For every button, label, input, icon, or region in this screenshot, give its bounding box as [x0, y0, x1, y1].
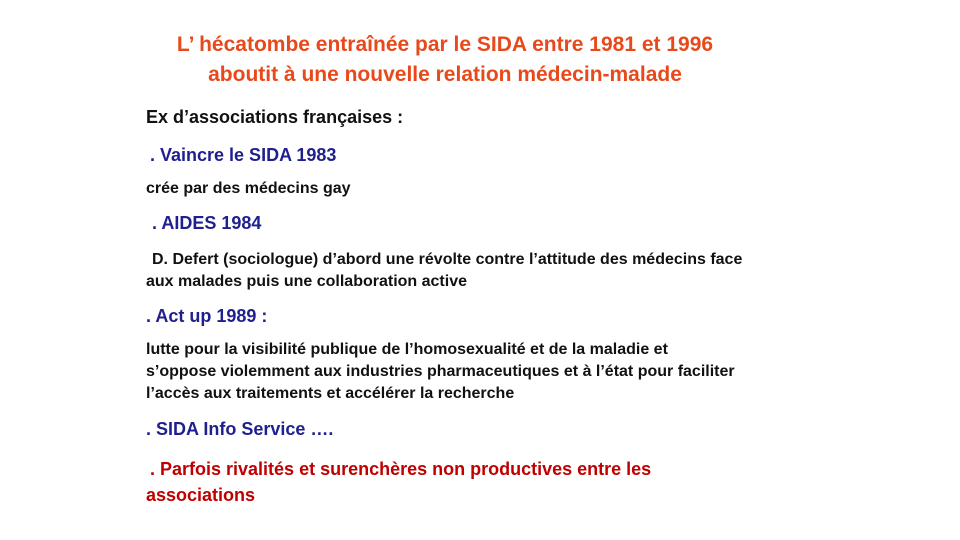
- item-aides-desc-2: aux malades puis une collaboration activ…: [146, 273, 467, 290]
- item-aides-desc-1: D. Defert (sociologue) d’abord une révol…: [152, 251, 743, 268]
- title-line-2: aboutit à une nouvelle relation médecin-…: [208, 63, 682, 86]
- associations-heading: Ex d’associations françaises :: [146, 107, 404, 127]
- item-actup-desc-2: s’oppose violemment aux industries pharm…: [146, 363, 735, 380]
- note-line-2: associations: [146, 485, 256, 505]
- item-actup-desc-3: l’accès aux traitements et accélérer la …: [146, 385, 515, 402]
- item-actup-desc-1: lutte pour la visibilité publique de l’h…: [146, 341, 668, 358]
- item-vaincre-sida-title: . Vaincre le SIDA 1983: [150, 145, 337, 165]
- item-sida-info-service-title: . SIDA Info Service ….: [146, 419, 334, 439]
- item-actup-title: . Act up 1989 :: [146, 306, 268, 326]
- slide-title: L’ hécatombe entraînée par le SIDA entre…: [100, 30, 790, 90]
- note-line-1: . Parfois rivalités et surenchères non p…: [150, 459, 652, 479]
- item-aides-title: . AIDES 1984: [152, 213, 262, 233]
- title-line-1: L’ hécatombe entraînée par le SIDA entre…: [176, 33, 714, 56]
- item-vaincre-sida-desc: crée par des médecins gay: [146, 180, 351, 197]
